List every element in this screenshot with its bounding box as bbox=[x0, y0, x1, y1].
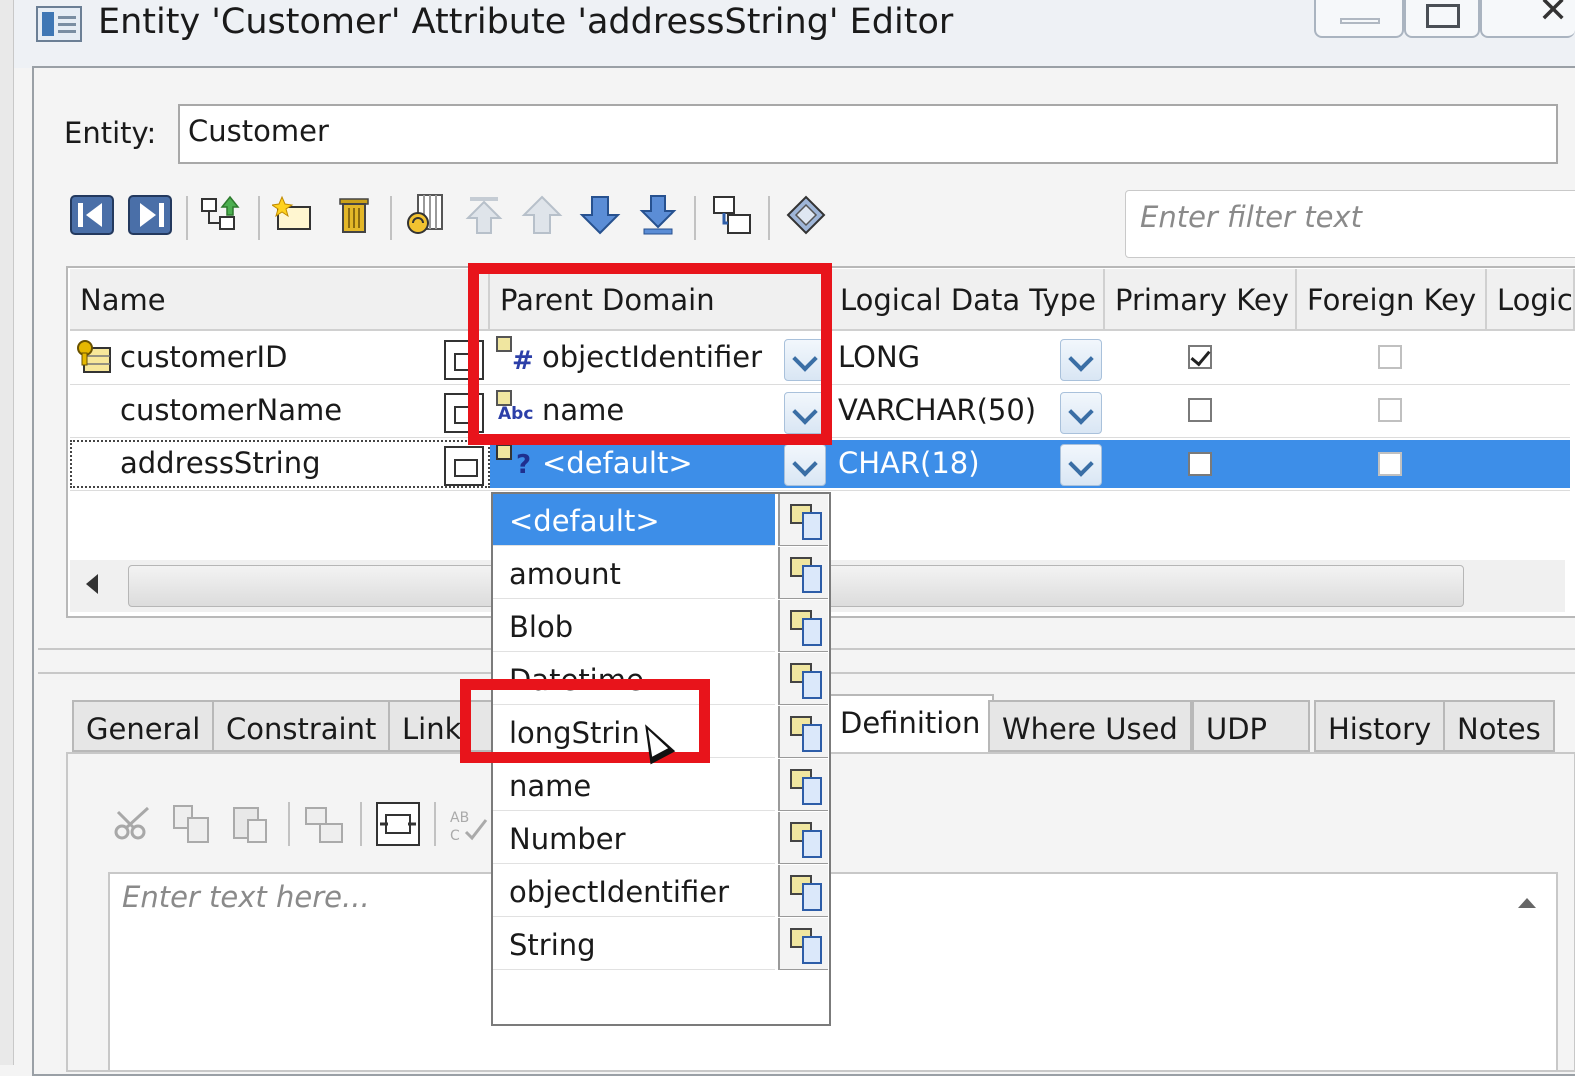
paste-icon bbox=[228, 802, 272, 846]
migrate-icon[interactable] bbox=[710, 193, 754, 237]
parent-domain-dropdown-button[interactable] bbox=[784, 444, 826, 486]
minimize-icon bbox=[1340, 18, 1380, 24]
toolbar-separator bbox=[768, 196, 770, 240]
dropdown-item[interactable]: name bbox=[493, 759, 775, 811]
primary-key-checkbox[interactable] bbox=[1188, 452, 1212, 476]
column-header-logic[interactable]: Logic bbox=[1487, 269, 1575, 331]
toolbar-separator bbox=[288, 802, 290, 846]
row-parent-domain[interactable]: <default> bbox=[542, 446, 693, 480]
tab-notes[interactable]: Notes bbox=[1443, 700, 1555, 752]
close-button[interactable]: ✕ bbox=[1480, 0, 1575, 38]
row-name[interactable]: addressString bbox=[120, 446, 320, 480]
row-name[interactable]: customerID bbox=[120, 340, 287, 374]
dropdown-item[interactable]: <default> bbox=[493, 494, 775, 546]
editor-window-icon bbox=[36, 6, 82, 42]
domain-type-glyph: ? bbox=[516, 450, 532, 480]
row-divider bbox=[70, 490, 1570, 491]
reorder-columns-icon[interactable] bbox=[404, 193, 448, 237]
tab-definition[interactable]: Definition bbox=[826, 694, 995, 754]
move-up-icon bbox=[520, 193, 564, 237]
toolbar-separator bbox=[434, 802, 436, 846]
last-record-button[interactable] bbox=[128, 193, 172, 237]
foreign-key-checkbox bbox=[1378, 452, 1402, 476]
title-bar: Entity 'Customer' Attribute 'addressStri… bbox=[0, 0, 1575, 68]
foreign-key-checkbox bbox=[1378, 398, 1402, 422]
first-record-button[interactable] bbox=[70, 193, 114, 237]
domain-item-icon bbox=[778, 547, 828, 599]
entity-label: Entity: bbox=[64, 116, 157, 150]
data-type-dropdown-button[interactable] bbox=[1060, 339, 1102, 381]
move-down-icon[interactable] bbox=[578, 193, 622, 237]
dropdown-item[interactable]: String bbox=[493, 918, 775, 970]
toolbar-separator bbox=[694, 196, 696, 240]
dropdown-item[interactable]: objectIdentifier bbox=[493, 865, 775, 917]
entity-select-value: Customer bbox=[188, 114, 329, 148]
close-icon: ✕ bbox=[1538, 0, 1569, 31]
domain-item-icon bbox=[778, 653, 828, 705]
annotation-highlight-parent-domain bbox=[468, 263, 832, 445]
domain-item-icon bbox=[778, 812, 828, 864]
tab-general[interactable]: General bbox=[72, 700, 215, 752]
domain-item-icon bbox=[778, 865, 828, 917]
domain-item-icon bbox=[778, 706, 828, 758]
row-logical-data-type[interactable]: LONG bbox=[838, 340, 920, 374]
insert-icon bbox=[302, 802, 346, 846]
scroll-left-icon[interactable] bbox=[86, 574, 98, 594]
tree-sort-icon[interactable] bbox=[200, 193, 244, 237]
primary-key-attribute-icon bbox=[76, 338, 114, 376]
data-type-dropdown-button[interactable] bbox=[1060, 392, 1102, 434]
domain-item-icon bbox=[778, 918, 828, 970]
edit-name-button[interactable] bbox=[444, 446, 484, 486]
tab-where-used[interactable]: Where Used bbox=[988, 700, 1192, 752]
primary-key-checkbox[interactable] bbox=[1188, 345, 1212, 369]
toolbar-separator bbox=[390, 196, 392, 240]
domain-item-icon bbox=[778, 600, 828, 652]
expand-editor-icon[interactable] bbox=[376, 802, 420, 846]
move-to-top-icon bbox=[462, 193, 506, 237]
toolbar-separator bbox=[258, 196, 260, 240]
minimize-button[interactable] bbox=[1314, 0, 1404, 38]
entity-select[interactable] bbox=[178, 104, 1558, 164]
toolbar-separator bbox=[186, 196, 188, 240]
definition-placeholder: Enter text here... bbox=[122, 880, 370, 914]
dropdown-item[interactable]: Number bbox=[493, 812, 775, 864]
svg-text:AB: AB bbox=[450, 810, 469, 826]
scroll-up-icon[interactable] bbox=[1514, 890, 1538, 914]
dropdown-item[interactable]: Blob bbox=[493, 600, 775, 652]
svg-text:C: C bbox=[450, 828, 460, 844]
column-header-primary-key[interactable]: Primary Key bbox=[1105, 269, 1297, 331]
window-title: Entity 'Customer' Attribute 'addressStri… bbox=[98, 2, 954, 42]
background-window-edge bbox=[0, 0, 14, 1065]
maximize-button[interactable] bbox=[1404, 0, 1480, 38]
move-to-bottom-icon[interactable] bbox=[636, 193, 680, 237]
row-name[interactable]: customerName bbox=[120, 393, 342, 427]
toolbar-separator bbox=[360, 802, 362, 846]
row-logical-data-type[interactable]: CHAR(18) bbox=[838, 446, 980, 480]
delete-icon[interactable] bbox=[332, 193, 376, 237]
data-type-dropdown-button[interactable] bbox=[1060, 444, 1102, 486]
tab-udp[interactable]: UDP bbox=[1192, 700, 1310, 752]
domain-icon bbox=[496, 444, 512, 460]
domain-item-icon bbox=[778, 759, 828, 811]
foreign-key-checkbox bbox=[1378, 345, 1402, 369]
tab-constraint[interactable]: Constraint bbox=[212, 700, 391, 752]
restore-icon bbox=[1426, 4, 1460, 28]
cut-icon bbox=[112, 802, 156, 846]
properties-tag-icon[interactable] bbox=[784, 193, 828, 237]
filter-placeholder: Enter filter text bbox=[1140, 200, 1362, 234]
row-logical-data-type[interactable]: VARCHAR(50) bbox=[838, 393, 1036, 427]
domain-item-icon bbox=[778, 494, 828, 546]
tab-history[interactable]: History bbox=[1314, 700, 1446, 752]
column-header-logical-data-type[interactable]: Logical Data Type bbox=[830, 269, 1105, 331]
column-header-foreign-key[interactable]: Foreign Key bbox=[1297, 269, 1487, 331]
copy-icon bbox=[170, 802, 214, 846]
spell-check-icon: AB C bbox=[448, 802, 492, 846]
dropdown-item[interactable]: amount bbox=[493, 547, 775, 599]
column-header-name[interactable]: Name bbox=[70, 269, 490, 331]
primary-key-checkbox[interactable] bbox=[1188, 398, 1212, 422]
new-attribute-icon[interactable] bbox=[270, 193, 316, 237]
